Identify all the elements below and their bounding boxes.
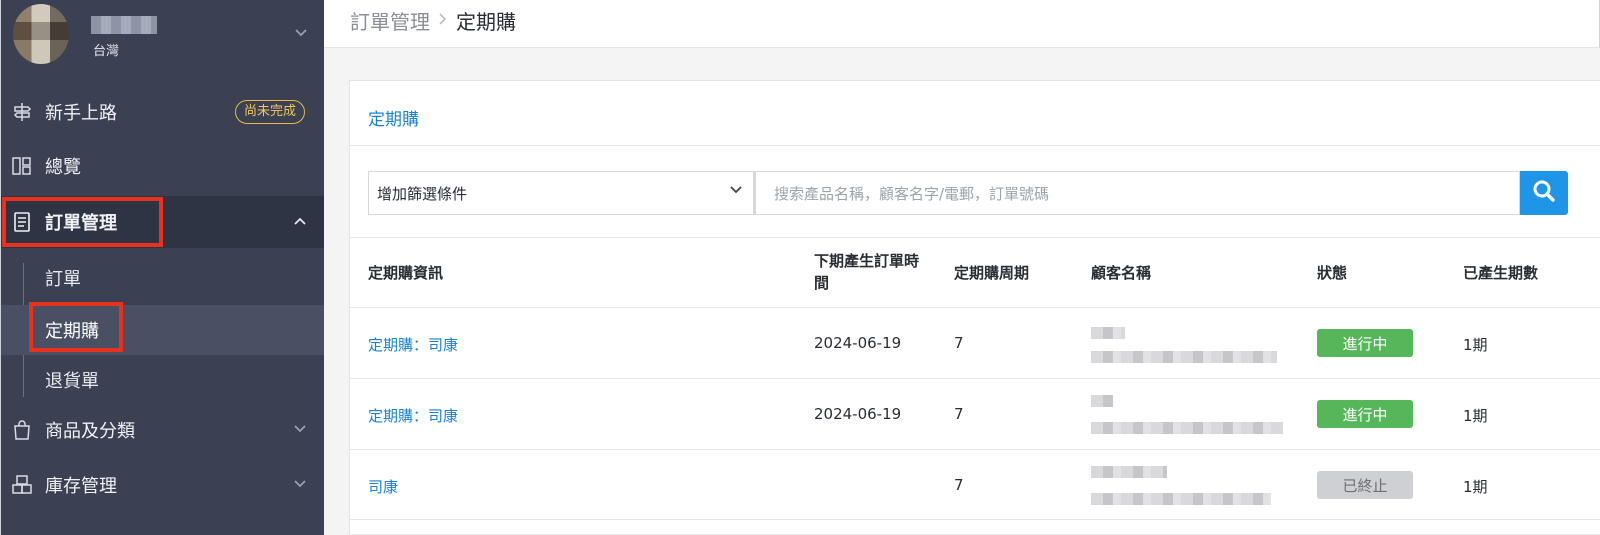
customer-email-redacted xyxy=(1091,351,1277,363)
sidebar-item-label: 新手上路 xyxy=(45,103,117,124)
avatar xyxy=(13,4,69,64)
search-icon xyxy=(1532,179,1556,207)
sidebar-item-inventory[interactable]: 庫存管理 xyxy=(1,459,324,511)
sidebar-item-label: 商品及分類 xyxy=(45,421,135,442)
cycle-value: 7 xyxy=(954,334,964,352)
search-input[interactable]: 搜索產品名稱，顧客名字/電郵，訂單號碼 xyxy=(754,171,1520,215)
status-badge: 已終止 xyxy=(1317,471,1413,499)
customer-name-redacted xyxy=(1091,327,1125,339)
filter-dropdown[interactable]: 增加篩選條件 xyxy=(368,171,754,215)
account-name-redacted xyxy=(91,16,157,34)
incomplete-badge: 尚未完成 xyxy=(235,100,306,124)
sidebar-item-label: 庫存管理 xyxy=(45,476,117,497)
sidebar-item-label: 訂單管理 xyxy=(45,213,117,234)
divider xyxy=(350,237,1600,238)
document-icon xyxy=(11,211,33,233)
chevron-up-icon xyxy=(293,214,307,230)
account-switcher[interactable]: 台灣 xyxy=(1,0,324,72)
breadcrumb-current: 定期購 xyxy=(456,10,516,34)
chevron-right-icon xyxy=(438,11,448,30)
status-badge: 進行中 xyxy=(1317,400,1413,428)
signpost-icon xyxy=(11,101,33,123)
next-order-date: 2024-06-19 xyxy=(814,334,902,352)
dashboard-icon xyxy=(11,155,33,177)
sidebar-item-getting-started[interactable]: 新手上路 尚未完成 xyxy=(1,86,324,138)
filter-label: 增加篩選條件 xyxy=(377,184,468,203)
divider xyxy=(350,307,1600,308)
cycle-value: 7 xyxy=(954,405,964,423)
sidebar-item-orders[interactable]: 訂單管理 xyxy=(1,196,324,248)
customer-name-redacted xyxy=(1091,466,1167,478)
shopping-bag-icon xyxy=(11,419,33,441)
subscription-link[interactable]: 定期購：司康 xyxy=(368,334,458,355)
periods-value: 1期 xyxy=(1463,407,1488,425)
breadcrumb-bar: 訂單管理 定期購 xyxy=(324,0,1600,48)
periods-value: 1期 xyxy=(1463,478,1488,496)
column-header-cycle: 定期購周期 xyxy=(954,264,1030,282)
periods-value: 1期 xyxy=(1463,336,1488,354)
breadcrumb: 訂單管理 定期購 xyxy=(350,6,516,35)
sidebar-item-overview[interactable]: 總覽 xyxy=(1,140,324,192)
customer-email-redacted xyxy=(1091,422,1283,434)
divider xyxy=(350,378,1600,379)
column-header-status: 狀態 xyxy=(1317,264,1348,282)
status-badge: 進行中 xyxy=(1317,329,1413,357)
orders-submenu: 訂單 定期購 退貨單 xyxy=(1,253,324,407)
sidebar-item-label: 總覽 xyxy=(45,157,81,178)
chevron-down-icon xyxy=(293,477,307,493)
card-title: 定期購 xyxy=(368,110,419,130)
divider xyxy=(350,519,1600,520)
divider xyxy=(350,449,1600,450)
next-order-date: 2024-06-19 xyxy=(814,405,902,423)
column-header-next-order: 下期產生訂單時間 xyxy=(814,252,920,292)
sidebar-subitem-subscriptions[interactable]: 定期購 xyxy=(1,305,324,355)
subscription-link[interactable]: 定期購：司康 xyxy=(368,405,458,426)
subscription-link[interactable]: 司康 xyxy=(368,476,398,497)
chevron-down-icon xyxy=(294,26,308,42)
chevron-down-icon xyxy=(293,422,307,438)
column-header-customer: 顧客名稱 xyxy=(1091,264,1152,282)
search-button[interactable] xyxy=(1520,171,1568,215)
column-header-info: 定期購資訊 xyxy=(368,264,444,282)
sidebar-item-products[interactable]: 商品及分類 xyxy=(1,404,324,456)
sidebar-subitem-orders[interactable]: 訂單 xyxy=(1,253,324,303)
sidebar-subitem-returns[interactable]: 退貨單 xyxy=(1,355,324,405)
chevron-down-icon xyxy=(729,184,743,199)
breadcrumb-parent[interactable]: 訂單管理 xyxy=(350,6,430,35)
customer-name-redacted xyxy=(1091,395,1113,407)
cycle-value: 7 xyxy=(954,476,964,494)
boxes-icon xyxy=(11,474,33,496)
sidebar: 台灣 新手上路 尚未完成 總覽 訂單管理 訂單 定期購 退貨單 商品及分類 庫存… xyxy=(0,0,324,535)
account-region: 台灣 xyxy=(93,44,120,59)
divider xyxy=(350,145,1600,146)
customer-email-redacted xyxy=(1091,493,1271,505)
subscription-card: 定期購 增加篩選條件 搜索產品名稱，顧客名字/電郵，訂單號碼 定期購資訊 下期產… xyxy=(349,80,1600,535)
column-header-periods: 已產生期數 xyxy=(1463,264,1539,282)
